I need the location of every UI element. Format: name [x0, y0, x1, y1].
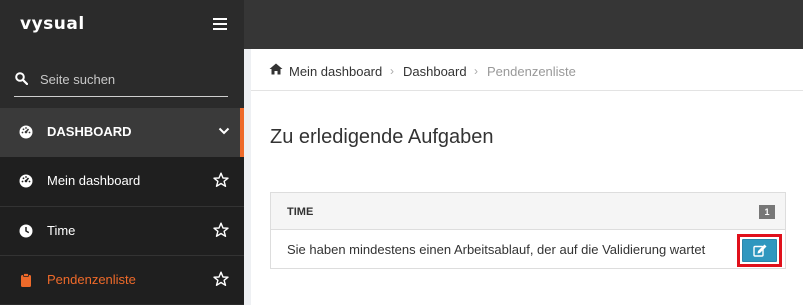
breadcrumb-link-dashboard[interactable]: Dashboard: [403, 64, 467, 79]
clipboard-icon: [21, 273, 31, 287]
dashboard-icon: [19, 125, 33, 139]
star-icon[interactable]: [213, 271, 229, 287]
hamburger-menu-icon[interactable]: [213, 18, 227, 30]
logo-area: vysual: [0, 0, 244, 49]
sidebar-item-time[interactable]: Time: [0, 206, 244, 255]
app-logo[interactable]: vysual: [20, 14, 85, 34]
count-badge: 1: [759, 205, 775, 219]
main-content: Mein dashboard › Dashboard › Pendenzenli…: [251, 49, 803, 305]
sidebar-item-dashboard[interactable]: DASHBOARD: [0, 108, 244, 157]
star-icon[interactable]: [213, 172, 229, 188]
sidebar-item-label: Pendenzenliste: [47, 272, 136, 287]
sidebar-item-pendenzenliste[interactable]: Pendenzenliste: [0, 255, 244, 304]
sidebar-item-label: Mein dashboard: [47, 173, 141, 188]
sidebar-item-label: Time: [47, 223, 76, 238]
clock-icon: [19, 224, 33, 238]
panel-header: TIME 1: [271, 193, 785, 230]
edit-button[interactable]: [742, 239, 777, 262]
chevron-right-icon: ›: [390, 64, 394, 78]
sidebar-item-mein-dashboard[interactable]: Mein dashboard: [0, 157, 244, 206]
sidebar-search: [14, 62, 228, 97]
task-text: Sie haben mindestens einen Arbeitsablauf…: [287, 242, 706, 257]
panel-heading: TIME: [287, 206, 314, 218]
breadcrumb-current: Pendenzenliste: [487, 64, 576, 79]
chevron-down-icon: [218, 127, 230, 135]
edit-icon: [753, 244, 767, 257]
list-item: Sie haben mindestens einen Arbeitsablauf…: [271, 230, 785, 268]
search-input[interactable]: [40, 69, 226, 89]
breadcrumb: Mein dashboard › Dashboard › Pendenzenli…: [251, 49, 803, 91]
star-icon[interactable]: [213, 222, 229, 238]
page-title: Zu erledigende Aufgaben: [270, 126, 494, 148]
search-icon: [15, 72, 28, 85]
dashboard-icon: [19, 174, 33, 188]
top-bar: vysual: [0, 0, 803, 49]
sidebar-item-label: DASHBOARD: [47, 124, 132, 139]
tasks-panel: TIME 1 Sie haben mindestens einen Arbeit…: [270, 192, 786, 269]
breadcrumb-link-mein-dashboard[interactable]: Mein dashboard: [289, 64, 382, 79]
sidebar: DASHBOARD Mein dashboard Time: [0, 49, 244, 305]
home-icon[interactable]: [269, 63, 283, 75]
chevron-right-icon: ›: [474, 64, 478, 78]
